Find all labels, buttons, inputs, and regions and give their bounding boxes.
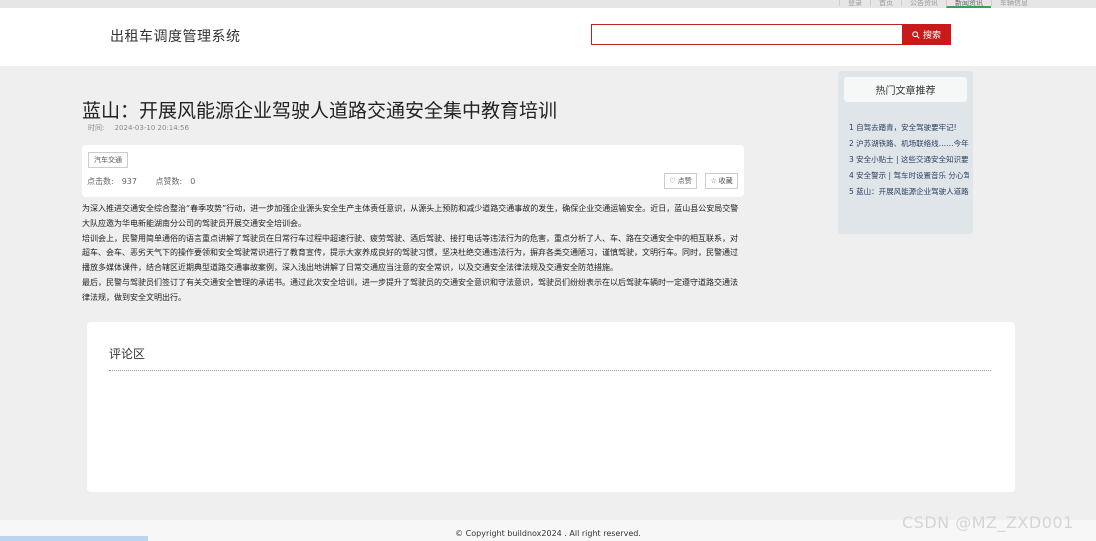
taskbar-strip — [0, 536, 148, 541]
hot-articles-list: 1 自驾去踏青，安全驾驶要牢记! 2 沪苏湖铁路、机场联络线……今年... 3 … — [849, 120, 969, 200]
comments-section: 评论区 — [87, 322, 1015, 492]
hot-article-item[interactable]: 4 安全警示 | 驾车时设置音乐 分心驾... — [849, 168, 969, 184]
time-label: 时间: — [88, 124, 105, 132]
likes-label: 点赞数: — [155, 177, 183, 186]
hot-article-item[interactable]: 3 安全小贴士 | 这些交通安全知识要... — [849, 152, 969, 168]
hot-article-item[interactable]: 5 蓝山：开展风能源企业驾驶人道路... — [849, 184, 969, 200]
article-paragraph: 为深入推进交通安全综合整治“春季攻势”行动，进一步加强企业源头安全生产主体责任意… — [82, 204, 739, 228]
article-paragraph: 培训会上，民警用简单通俗的语言重点讲解了驾驶员在日常行车过程中超速行驶、疲劳驾驶… — [82, 233, 738, 273]
article-paragraph: 最后，民警与驾驶员们签订了有关交通安全管理的承诺书。通过此次安全培训，进一步提升… — [82, 277, 738, 302]
watermark: CSDN @MZ_ZXD001 — [902, 513, 1074, 532]
nav-home[interactable]: 首页 — [870, 0, 901, 7]
article-body: 为深入推进交通安全综合整治“春季攻势”行动，进一步加强企业源头安全生产主体责任意… — [82, 202, 744, 306]
favorite-button-label: 收藏 — [718, 177, 733, 185]
like-button[interactable]: ♡ 点赞 — [664, 173, 697, 189]
nav-announcements[interactable]: 公告资讯 — [901, 0, 946, 7]
search-icon — [912, 30, 920, 39]
nav-news[interactable]: 新闻资讯 — [946, 0, 991, 8]
star-icon: ☆ — [710, 177, 717, 185]
category-tag[interactable]: 汽车交通 — [88, 152, 128, 168]
top-bar: 登录 首页 公告资讯 新闻资讯 车辆信息 — [0, 0, 1096, 8]
hot-articles-sidebar: 热门文章推荐 1 自驾去踏青，安全驾驶要牢记! 2 沪苏湖铁路、机场联络线……今… — [838, 71, 973, 234]
comments-title: 评论区 — [109, 347, 146, 361]
hot-article-item[interactable]: 1 自驾去踏青，安全驾驶要牢记! — [849, 120, 969, 136]
search-button-label: 搜索 — [922, 31, 941, 41]
time-value: 2024-03-10 20:14:56 — [114, 124, 189, 132]
top-nav: 登录 首页 公告资讯 新闻资讯 车辆信息 — [839, 0, 1036, 8]
likes-value: 0 — [190, 177, 196, 186]
favorite-button[interactable]: ☆ 收藏 — [705, 173, 738, 189]
article-meta: 时间: 2024-03-10 20:14:56 — [88, 123, 197, 133]
article-title: 蓝山：开展风能源企业驾驶人道路交通安全集中教育培训 — [82, 100, 558, 122]
nav-vehicles[interactable]: 车辆信息 — [991, 0, 1036, 7]
sidebar-title: 热门文章推荐 — [844, 77, 967, 102]
comments-divider — [109, 370, 991, 371]
heart-icon: ♡ — [669, 177, 676, 185]
nav-login[interactable]: 登录 — [839, 0, 870, 7]
article-stats: 点击数: 937 点赞数: 0 — [87, 176, 203, 187]
hot-article-item[interactable]: 2 沪苏湖铁路、机场联络线……今年... — [849, 136, 969, 152]
clicks-label: 点击数: — [87, 177, 114, 186]
copyright-text: © Copyright buildnox2024 . All right res… — [455, 529, 641, 538]
search-button[interactable]: 搜索 — [902, 24, 951, 45]
clicks-value: 937 — [121, 177, 137, 186]
site-logo[interactable]: 出租车调度管理系统 — [110, 26, 241, 46]
article-info-box: 汽车交通 点击数: 937 点赞数: 0 ♡ 点赞 ☆ 收藏 — [82, 145, 744, 197]
search-input[interactable] — [591, 24, 903, 45]
header: 出租车调度管理系统 搜索 — [0, 8, 1096, 66]
like-button-label: 点赞 — [677, 177, 692, 185]
